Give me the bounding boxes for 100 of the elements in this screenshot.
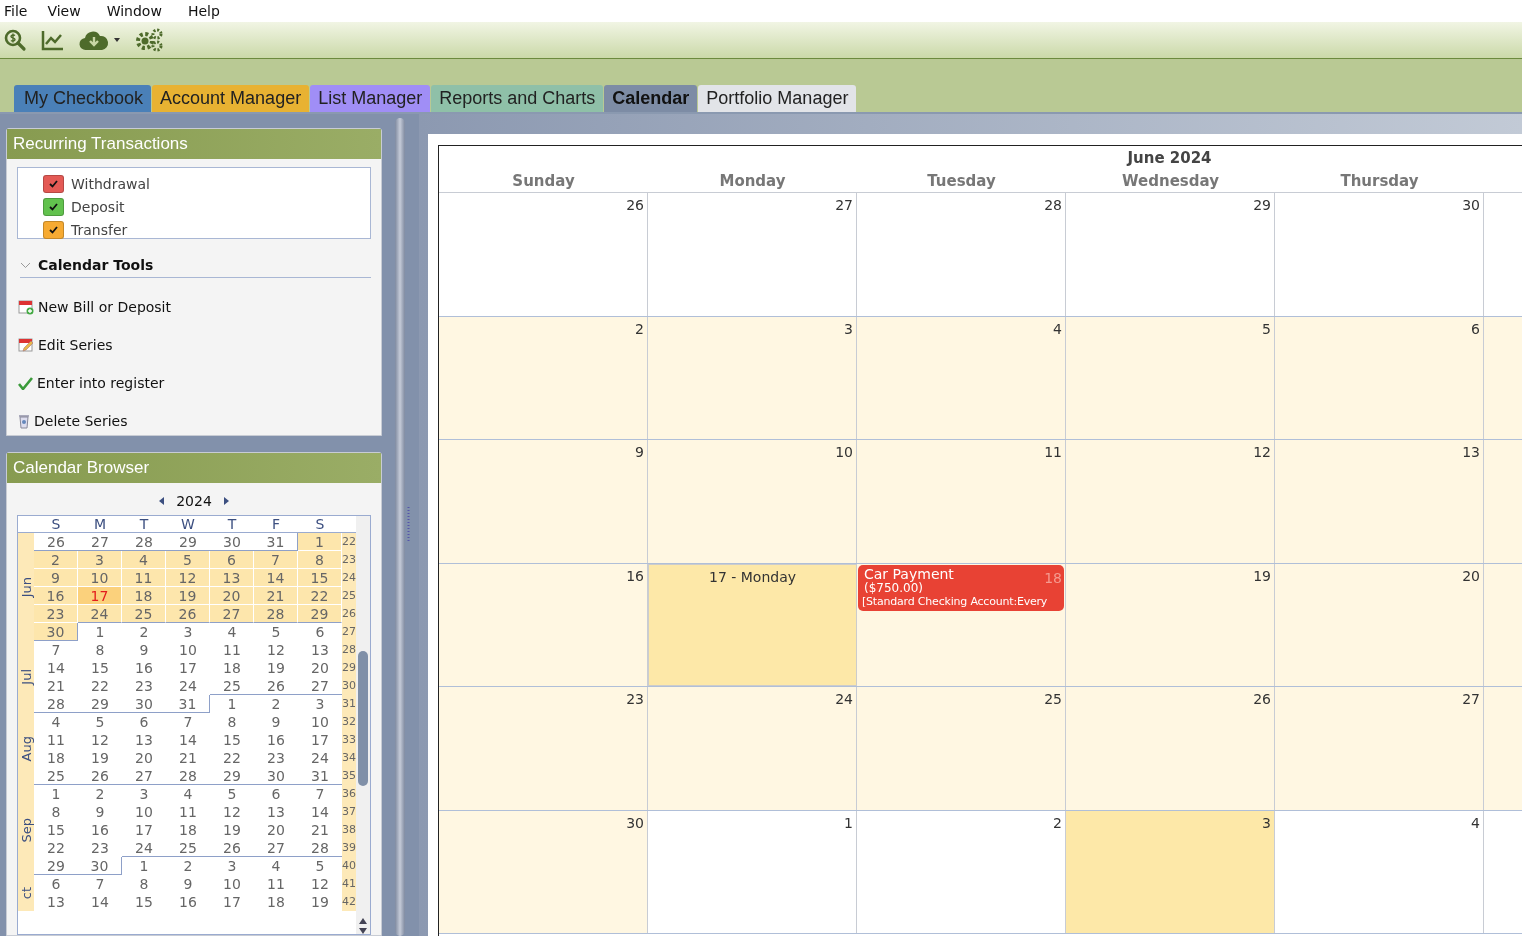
day-cell[interactable]: 11 <box>122 569 166 587</box>
menu-item[interactable]: View <box>43 3 91 19</box>
day-cell[interactable]: 14 <box>166 731 210 749</box>
day-cell[interactable]: 3 <box>1066 810 1275 933</box>
day-cell[interactable]: 19 <box>166 587 210 605</box>
day-cell[interactable]: 11 <box>34 731 78 749</box>
day-cell[interactable]: 9 <box>254 713 298 731</box>
day-cell[interactable]: 29 <box>34 857 78 875</box>
day-cell[interactable]: 19 <box>210 821 254 839</box>
previous-icon[interactable] <box>159 497 165 505</box>
day-cell[interactable]: 10 <box>166 641 210 659</box>
day-cell[interactable]: 12 <box>166 569 210 587</box>
menu-item[interactable]: File <box>0 3 38 19</box>
day-cell[interactable]: 30 <box>78 857 122 875</box>
day-cell[interactable]: 23 <box>254 749 298 767</box>
menu-item[interactable]: Window <box>102 3 172 19</box>
day-cell[interactable]: 15 <box>210 731 254 749</box>
day-cell[interactable]: 24 <box>78 605 122 623</box>
day-cell[interactable]: 3 <box>78 551 122 569</box>
day-cell[interactable]: 18 <box>166 821 210 839</box>
day-cell[interactable]: 7 <box>298 785 342 803</box>
tab[interactable]: Account Manager <box>152 85 310 112</box>
day-cell[interactable]: 22 <box>210 749 254 767</box>
menu-item[interactable]: Help <box>183 3 230 19</box>
splitter-grip-icon[interactable] <box>407 507 410 543</box>
day-cell[interactable]: 8 <box>78 641 122 659</box>
day-cell[interactable]: 6 <box>1275 316 1484 439</box>
day-cell[interactable]: 26 <box>210 839 254 857</box>
day-cell[interactable]: 8 <box>122 875 166 893</box>
day-cell[interactable]: 20 <box>254 821 298 839</box>
day-cell[interactable]: 6 <box>34 875 78 893</box>
day-cell[interactable]: 22 <box>34 839 78 857</box>
day-cell[interactable]: 16 <box>122 659 166 677</box>
day-cell[interactable]: 11 <box>166 803 210 821</box>
day-cell[interactable]: 26 <box>1066 687 1275 810</box>
tool-link[interactable]: Edit Series <box>18 336 381 354</box>
day-cell[interactable]: 5 <box>298 857 342 875</box>
tab[interactable]: Calendar <box>604 85 698 112</box>
search-dollar-icon[interactable] <box>3 28 27 52</box>
tool-link[interactable]: Enter into register <box>18 374 381 392</box>
day-cell[interactable]: 15 <box>78 659 122 677</box>
day-cell[interactable]: 2 <box>122 623 166 641</box>
day-cell[interactable]: 10 <box>78 569 122 587</box>
day-cell[interactable]: 16 <box>78 821 122 839</box>
day-cell[interactable]: 16 <box>166 893 210 911</box>
day-cell[interactable]: 6 <box>254 785 298 803</box>
day-cell[interactable]: 11 <box>210 641 254 659</box>
day-cell[interactable]: 26 <box>166 605 210 623</box>
day-cell[interactable]: 10 <box>122 803 166 821</box>
day-cell[interactable]: 3 <box>166 623 210 641</box>
day-cell[interactable]: 17 <box>122 821 166 839</box>
day-cell[interactable]: 30 <box>122 695 166 713</box>
day-cell[interactable]: 3 <box>122 785 166 803</box>
day-cell[interactable]: 2 <box>166 857 210 875</box>
day-cell[interactable]: 5 <box>210 785 254 803</box>
day-cell[interactable]: 9 <box>166 875 210 893</box>
day-cell[interactable]: 3 <box>648 316 857 439</box>
day-cell[interactable]: 24 <box>166 677 210 695</box>
day-cell[interactable]: 20 <box>210 587 254 605</box>
checkbox[interactable] <box>43 174 64 193</box>
tab[interactable]: Reports and Charts <box>431 85 604 112</box>
day-cell[interactable]: 12 <box>298 875 342 893</box>
day-cell[interactable]: 21 <box>254 587 298 605</box>
day-cell[interactable]: 14 <box>298 803 342 821</box>
day-cell[interactable]: 15 <box>122 893 166 911</box>
day-cell[interactable]: 4 <box>210 623 254 641</box>
day-cell[interactable]: 15 <box>34 821 78 839</box>
day-cell[interactable]: 17 <box>210 893 254 911</box>
day-cell[interactable]: 2 <box>34 551 78 569</box>
day-cell[interactable]: 18 <box>122 587 166 605</box>
day-cell[interactable]: 23 <box>34 605 78 623</box>
scroll-up-icon[interactable] <box>359 918 367 924</box>
scrollbar-thumb[interactable] <box>358 651 368 786</box>
day-cell[interactable]: 4 <box>122 551 166 569</box>
day-cell[interactable]: 7 <box>78 875 122 893</box>
day-cell[interactable]: 10 <box>210 875 254 893</box>
day-cell[interactable]: 8 <box>210 713 254 731</box>
day-cell[interactable]: 29 <box>78 695 122 713</box>
day-cell[interactable]: 11 <box>857 440 1066 563</box>
day-cell[interactable]: 19 <box>78 749 122 767</box>
day-cell[interactable]: 7 <box>34 641 78 659</box>
day-cell[interactable]: 9 <box>439 440 648 563</box>
day-cell[interactable]: 25 <box>122 605 166 623</box>
day-cell[interactable]: 5 <box>78 713 122 731</box>
day-cell[interactable]: 17 <box>78 587 122 605</box>
day-cell[interactable]: 27 <box>122 767 166 785</box>
day-cell[interactable]: 23 <box>439 687 648 810</box>
day-cell[interactable]: 2 <box>254 695 298 713</box>
day-cell[interactable]: 13 <box>1275 440 1484 563</box>
day-cell[interactable]: 19 <box>298 893 342 911</box>
day-cell[interactable]: 1 <box>210 695 254 713</box>
day-cell[interactable]: 1 <box>298 533 342 551</box>
tab[interactable]: Portfolio Manager <box>698 85 857 112</box>
day-cell[interactable]: 23 <box>78 839 122 857</box>
day-cell[interactable]: 13 <box>210 569 254 587</box>
day-cell[interactable]: 26 <box>78 767 122 785</box>
day-cell[interactable]: 5 <box>166 551 210 569</box>
day-cell[interactable]: 25 <box>34 767 78 785</box>
day-cell[interactable]: 14 <box>34 659 78 677</box>
day-cell[interactable]: 25 <box>857 687 1066 810</box>
